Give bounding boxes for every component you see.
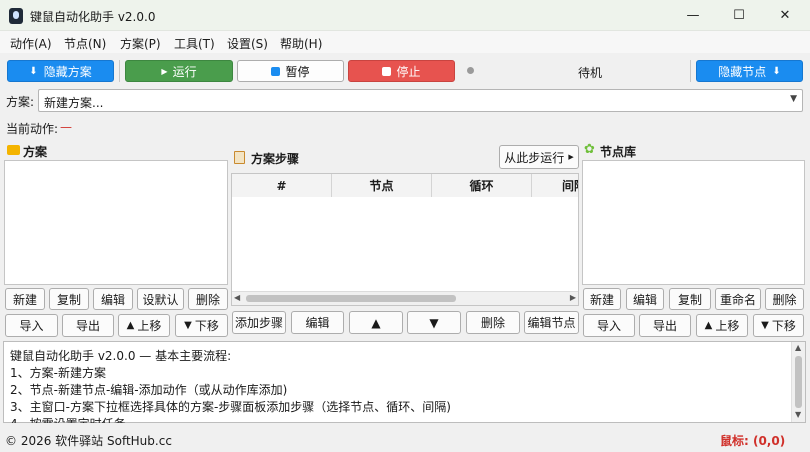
menu-plan[interactable]: 方案(P) bbox=[120, 35, 161, 52]
close-button[interactable]: ✕ bbox=[762, 0, 808, 31]
plan-copy-button[interactable]: 复制 bbox=[49, 288, 89, 310]
arrow-down-icon: ⬇ bbox=[772, 65, 781, 77]
scrollbar-thumb[interactable] bbox=[795, 356, 802, 408]
puzzle-icon: ✿ bbox=[584, 142, 595, 157]
plan-move-up-button[interactable]: ▲ 上移 bbox=[118, 314, 170, 337]
hide-plan-button[interactable]: ⬇ 隐藏方案 bbox=[7, 60, 114, 82]
minimize-button[interactable]: — bbox=[670, 0, 716, 31]
pause-button[interactable]: 暂停 bbox=[237, 60, 344, 82]
maximize-button[interactable]: ☐ bbox=[716, 0, 762, 31]
menu-settings[interactable]: 设置(S) bbox=[227, 35, 268, 52]
arrow-down-icon: ⬇ bbox=[29, 65, 38, 77]
toolbar-separator bbox=[119, 60, 120, 82]
clipboard-icon bbox=[234, 151, 245, 164]
add-step-button[interactable]: 添加步骤 bbox=[232, 311, 286, 334]
node-edit-button[interactable]: 编辑 bbox=[626, 288, 664, 310]
arrow-down-icon: ▼ bbox=[184, 320, 192, 331]
plan-set-default-button[interactable]: 设默认 bbox=[137, 288, 184, 310]
step-delete-button[interactable]: 删除 bbox=[466, 311, 520, 334]
plan-label: 方案: bbox=[6, 95, 35, 109]
arrow-down-icon: ▼ bbox=[761, 320, 769, 331]
pause-icon bbox=[271, 66, 281, 76]
stop-icon bbox=[382, 66, 392, 76]
stop-button[interactable]: 停止 bbox=[348, 60, 455, 82]
plan-export-button[interactable]: 导出 bbox=[62, 314, 114, 337]
plan-panel-title: 方案 bbox=[23, 145, 48, 159]
log-line: 3、主窗口-方案下拉框选择具体的方案-步骤面板添加步骤（选择节点、循环、间隔) bbox=[10, 400, 451, 414]
node-export-button[interactable]: 导出 bbox=[639, 314, 691, 337]
column-header-index[interactable]: # bbox=[232, 174, 332, 197]
plan-new-button[interactable]: 新建 bbox=[5, 288, 45, 310]
current-action-value: — bbox=[60, 120, 72, 134]
current-action-label: 当前动作: bbox=[6, 122, 59, 136]
copyright-text: © 2026 软件驿站 SoftHub.cc bbox=[5, 434, 172, 448]
vertical-scrollbar[interactable]: ▲ ▼ bbox=[791, 342, 805, 422]
scroll-left-icon[interactable]: ◀ bbox=[234, 293, 240, 302]
arrow-up-icon: ▲ bbox=[126, 320, 135, 331]
log-line: 2、节点-新建节点-编辑-添加动作（或从动作库添加) bbox=[10, 383, 288, 397]
log-output[interactable]: 键鼠自动化助手 v2.0.0 — 基本主要流程: 1、方案-新建方案 2、节点-… bbox=[3, 341, 806, 423]
menu-help[interactable]: 帮助(H) bbox=[280, 35, 322, 52]
play-icon: ▶ bbox=[568, 153, 574, 161]
log-line: 1、方案-新建方案 bbox=[10, 366, 106, 380]
arrow-up-icon: ▲ bbox=[704, 320, 713, 331]
node-move-down-button[interactable]: ▼ 下移 bbox=[753, 314, 804, 337]
log-line: 4、按需设置定时任务 bbox=[10, 415, 126, 423]
plan-select-value: 新建方案... bbox=[44, 96, 104, 110]
node-library-title: 节点库 bbox=[600, 145, 637, 159]
node-rename-button[interactable]: 重命名 bbox=[715, 288, 761, 310]
app-icon bbox=[9, 8, 23, 24]
node-new-button[interactable]: 新建 bbox=[583, 288, 621, 310]
plan-select[interactable]: 新建方案... ▼ bbox=[38, 89, 803, 112]
plan-delete-button[interactable]: 删除 bbox=[188, 288, 228, 310]
folder-icon bbox=[7, 145, 20, 155]
column-header-interval[interactable]: 间隔 bbox=[532, 174, 578, 197]
hide-node-button[interactable]: 隐藏节点 ⬇ bbox=[696, 60, 803, 82]
play-icon: ▶ bbox=[161, 66, 168, 76]
menu-node[interactable]: 节点(N) bbox=[64, 35, 106, 52]
steps-table[interactable]: # 节点 循环 间隔 ◀ ▶ bbox=[231, 173, 579, 306]
plan-list[interactable] bbox=[4, 160, 228, 285]
window-title: 键鼠自动化助手 v2.0.0 bbox=[30, 10, 156, 24]
horizontal-scrollbar[interactable]: ◀ ▶ bbox=[232, 291, 578, 305]
plan-edit-button[interactable]: 编辑 bbox=[93, 288, 133, 310]
node-import-button[interactable]: 导入 bbox=[583, 314, 635, 337]
scroll-up-icon[interactable]: ▲ bbox=[795, 343, 801, 352]
mouse-position: 鼠标: (0,0) bbox=[720, 434, 786, 448]
column-header-loop[interactable]: 循环 bbox=[432, 174, 532, 197]
status-text: 待机 bbox=[578, 66, 603, 80]
plan-move-down-button[interactable]: ▼ 下移 bbox=[175, 314, 228, 337]
edit-node-button[interactable]: 编辑节点 bbox=[524, 311, 579, 334]
menu-tools[interactable]: 工具(T) bbox=[174, 35, 215, 52]
log-line: 键鼠自动化助手 v2.0.0 — 基本主要流程: bbox=[10, 349, 232, 363]
node-move-up-button[interactable]: ▲ 上移 bbox=[696, 314, 748, 337]
chevron-down-icon: ▼ bbox=[790, 94, 797, 104]
node-copy-button[interactable]: 复制 bbox=[669, 288, 711, 310]
status-indicator-icon bbox=[467, 67, 474, 74]
scroll-right-icon[interactable]: ▶ bbox=[570, 293, 576, 302]
run-from-step-button[interactable]: 从此步运行 ▶ bbox=[499, 145, 579, 169]
steps-panel-title: 方案步骤 bbox=[251, 152, 300, 166]
step-edit-button[interactable]: 编辑 bbox=[291, 311, 344, 334]
step-move-up-button[interactable]: ▲ bbox=[349, 311, 403, 334]
run-button[interactable]: ▶ 运行 bbox=[125, 60, 233, 82]
node-library-list[interactable] bbox=[582, 160, 805, 285]
step-move-down-button[interactable]: ▼ bbox=[407, 311, 461, 334]
node-delete-button[interactable]: 删除 bbox=[765, 288, 804, 310]
scrollbar-thumb[interactable] bbox=[246, 295, 456, 302]
plan-import-button[interactable]: 导入 bbox=[5, 314, 58, 337]
toolbar-separator bbox=[690, 60, 691, 82]
scroll-down-icon[interactable]: ▼ bbox=[795, 410, 801, 419]
menu-action[interactable]: 动作(A) bbox=[10, 35, 52, 52]
column-header-node[interactable]: 节点 bbox=[332, 174, 432, 197]
